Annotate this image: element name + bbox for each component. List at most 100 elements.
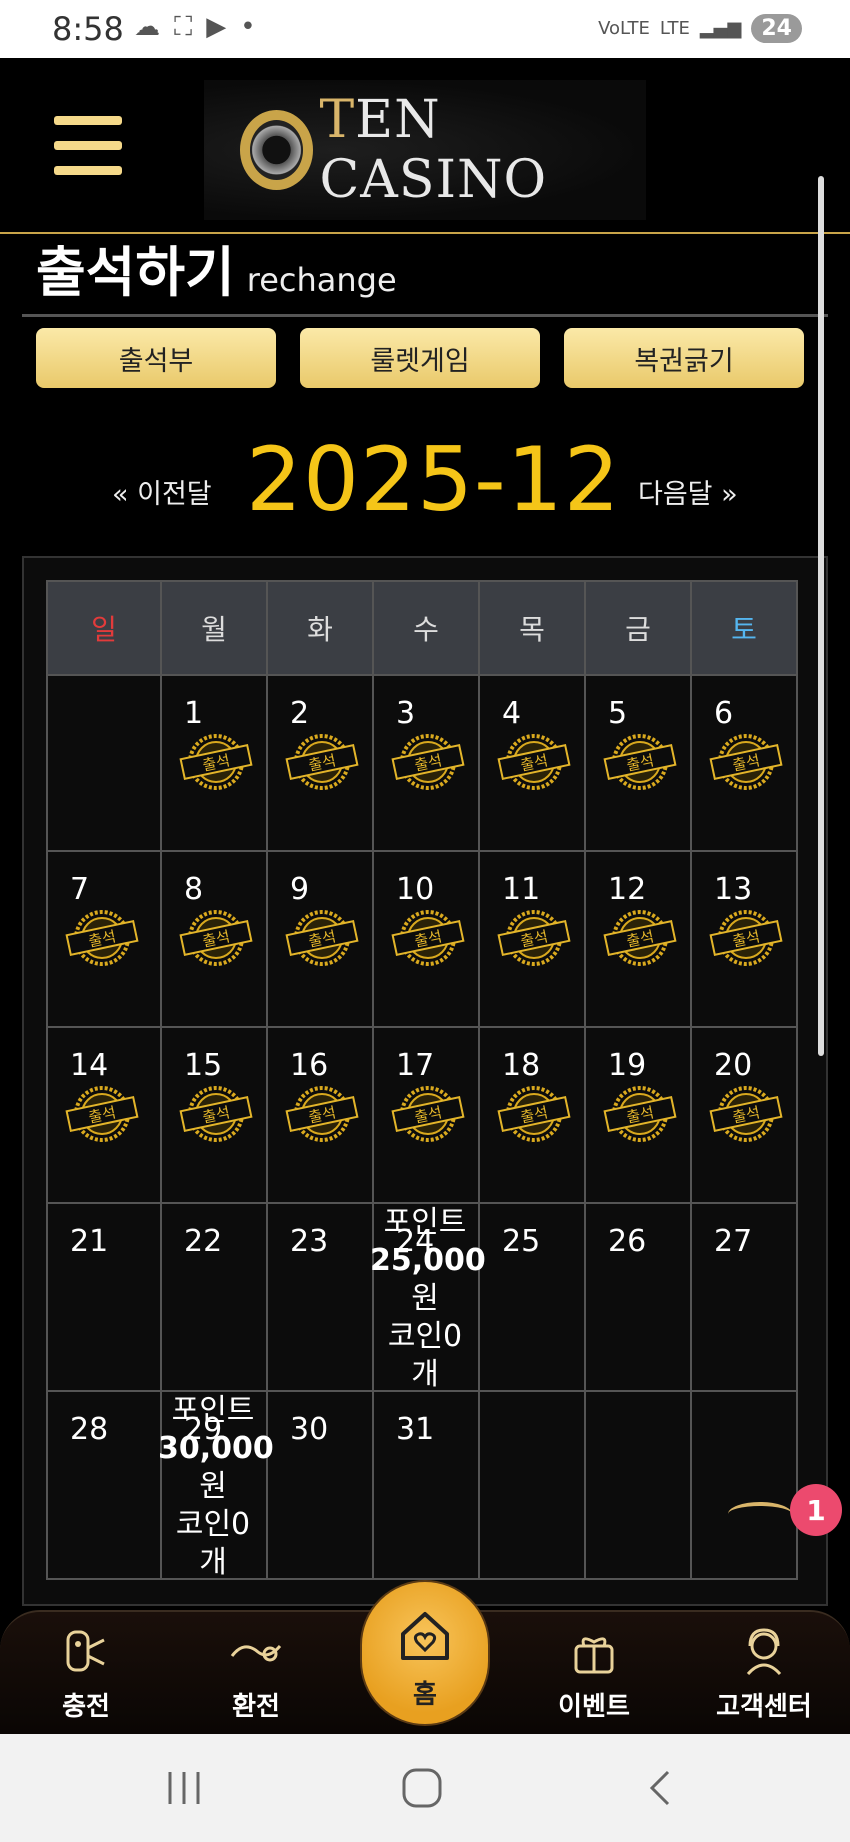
calendar-weekday-row: 일월화수목금토 xyxy=(46,580,798,676)
recent-apps-icon[interactable] xyxy=(164,1766,204,1810)
home-label: 홈 xyxy=(413,1680,437,1710)
calendar-day-4[interactable]: 4 출석 xyxy=(478,674,586,852)
day-number: 7 xyxy=(70,872,90,907)
attendance-stamp-icon: 출석 xyxy=(709,910,783,966)
back-icon[interactable] xyxy=(644,1766,674,1810)
calendar-day-24[interactable]: 포인트 25,000 원 코인0 개 24 xyxy=(370,1202,486,1392)
attendance-stamp-icon: 출석 xyxy=(497,910,571,966)
ten-casino-logo[interactable]: TEN CASINO xyxy=(204,80,646,220)
calendar-day-18[interactable]: 18 출석 xyxy=(478,1026,586,1204)
calendar-day-21[interactable]: 21 xyxy=(46,1202,162,1392)
attendance-stamp-icon: 출석 xyxy=(709,734,783,790)
calendar-day-19[interactable]: 19 출석 xyxy=(584,1026,692,1204)
attendance-stamp-icon: 출석 xyxy=(179,734,253,790)
calendar-day-22[interactable]: 22 xyxy=(160,1202,268,1392)
weekday-header: 수 xyxy=(372,580,480,676)
calendar-day-26[interactable]: 26 xyxy=(584,1202,692,1392)
calendar-day-16[interactable]: 16 출석 xyxy=(266,1026,374,1204)
day-number: 3 xyxy=(396,696,416,731)
page-title-text: 출석하기 xyxy=(36,241,235,304)
day-number: 14 xyxy=(70,1048,109,1083)
calendar-day-3[interactable]: 3 출석 xyxy=(372,674,480,852)
exchange-icon xyxy=(230,1644,282,1662)
gift-icon xyxy=(574,1637,614,1674)
calendar-day-29[interactable]: 포인트 30,000 원 코인0 개 29 xyxy=(158,1390,274,1580)
tab-event-label: 이벤트 xyxy=(558,1692,630,1722)
calendar-day-14[interactable]: 14 출석 xyxy=(46,1026,162,1204)
tab-roulette[interactable]: 룰렛게임 xyxy=(300,328,540,388)
calendar-day-27[interactable]: 27 xyxy=(690,1202,798,1392)
calendar-day-17[interactable]: 17 출석 xyxy=(372,1026,480,1204)
home-button[interactable]: 홈 xyxy=(360,1580,490,1726)
attendance-stamp-icon: 출석 xyxy=(285,734,359,790)
header: TEN CASINO xyxy=(0,58,850,234)
tab-exchange[interactable]: 환전 xyxy=(196,1626,316,1723)
calendar-day-12[interactable]: 12 출석 xyxy=(584,850,692,1028)
calendar-day-20[interactable]: 20 출석 xyxy=(690,1026,798,1204)
calendar-week-row: 7 출석 8 출석 9 출석 10 출석 11 출석 12 출석 13 출석 xyxy=(46,850,798,1028)
status-notification-icons: ☁ ⛶ ▶ • xyxy=(134,12,256,43)
tab-charge[interactable]: 충전 xyxy=(26,1626,146,1723)
calendar-day-30[interactable]: 30 xyxy=(266,1390,374,1580)
calendar-week-row: 14 출석 15 출석 16 출석 17 출석 18 출석 19 출석 20 출… xyxy=(46,1026,798,1204)
scrollbar[interactable] xyxy=(818,176,824,1056)
youtube-icon: ▶ xyxy=(206,12,227,42)
calendar-day-23[interactable]: 23 xyxy=(266,1202,374,1392)
logo-text: TEN CASINO xyxy=(319,90,548,210)
floating-arc-icon xyxy=(728,1502,792,1526)
calendar-empty-cell xyxy=(584,1390,692,1580)
calendar-day-11[interactable]: 11 출석 xyxy=(478,850,586,1028)
page-title: 출석하기 rechange xyxy=(36,228,397,307)
calendar-day-28[interactable]: 28 xyxy=(46,1390,162,1580)
calendar-week-row: 1 출석 2 출석 3 출석 4 출석 5 출석 6 출석 xyxy=(46,674,798,852)
app-view: TEN CASINO 출석하기 rechange 출석부 룰렛게임 복권긁기 « … xyxy=(0,58,850,1734)
calendar-day-1[interactable]: 1 출석 xyxy=(160,674,268,852)
weekday-header: 토 xyxy=(690,580,798,676)
day-number: 6 xyxy=(714,696,734,731)
day-number: 1 xyxy=(184,696,204,731)
calendar-day-2[interactable]: 2 출석 xyxy=(266,674,374,852)
tab-support-label: 고객센터 xyxy=(716,1692,812,1722)
tab-exchange-label: 환전 xyxy=(232,1692,280,1722)
tab-charge-label: 충전 xyxy=(62,1692,110,1722)
calendar-day-9[interactable]: 9 출석 xyxy=(266,850,374,1028)
day-number: 25 xyxy=(502,1224,541,1259)
calendar-day-15[interactable]: 15 출석 xyxy=(160,1026,268,1204)
logo-eye-icon xyxy=(240,110,314,190)
cloud-icon: ☁ xyxy=(134,12,160,42)
calendar-day-7[interactable]: 7 출석 xyxy=(46,850,162,1028)
calendar-empty-cell xyxy=(478,1390,586,1580)
calendar-day-8[interactable]: 8 출석 xyxy=(160,850,268,1028)
tab-lottery[interactable]: 복권긁기 xyxy=(564,328,804,388)
day-number: 2 xyxy=(290,696,310,731)
tab-attendance[interactable]: 출석부 xyxy=(36,328,276,388)
calendar-empty-cell xyxy=(46,674,162,852)
menu-icon[interactable] xyxy=(54,116,122,175)
home-nav-icon[interactable] xyxy=(400,1766,444,1810)
charge-icon xyxy=(66,1630,105,1672)
day-number: 4 xyxy=(502,696,522,731)
calendar-day-6[interactable]: 6 출석 xyxy=(690,674,798,852)
notification-badge[interactable]: 1 xyxy=(790,1484,842,1536)
day-number: 13 xyxy=(714,872,753,907)
prev-month-link[interactable]: « 이전달 xyxy=(112,472,212,511)
day-number: 17 xyxy=(396,1048,435,1083)
calendar-day-10[interactable]: 10 출석 xyxy=(372,850,480,1028)
attendance-stamp-icon: 출석 xyxy=(179,1086,253,1142)
calendar-panel: 일월화수목금토 1 출석 2 출석 3 출석 4 출석 5 출석 6 출석 7 … xyxy=(22,556,828,1606)
tab-support[interactable]: 고객센터 xyxy=(704,1626,824,1723)
status-system-icons: VoLTE LTE ▂▄▆ 24 xyxy=(598,14,802,43)
day-number: 28 xyxy=(70,1412,109,1447)
calendar-day-13[interactable]: 13 출석 xyxy=(690,850,798,1028)
calendar-week-row: 21 22 23 포인트 25,000 원 코인0 개 24 25 26 27 xyxy=(46,1202,798,1392)
volte-icon: VoLTE xyxy=(598,18,650,39)
system-nav-bar xyxy=(0,1734,850,1842)
attendance-calendar: 일월화수목금토 1 출석 2 출석 3 출석 4 출석 5 출석 6 출석 7 … xyxy=(46,580,798,1580)
calendar-day-25[interactable]: 25 xyxy=(478,1202,586,1392)
tab-event[interactable]: 이벤트 xyxy=(534,1626,654,1723)
calendar-day-31[interactable]: 31 xyxy=(372,1390,480,1580)
calendar-day-5[interactable]: 5 출석 xyxy=(584,674,692,852)
day-number: 8 xyxy=(184,872,204,907)
next-month-link[interactable]: 다음달 » xyxy=(638,472,738,511)
calendar-empty-cell xyxy=(690,1390,798,1580)
